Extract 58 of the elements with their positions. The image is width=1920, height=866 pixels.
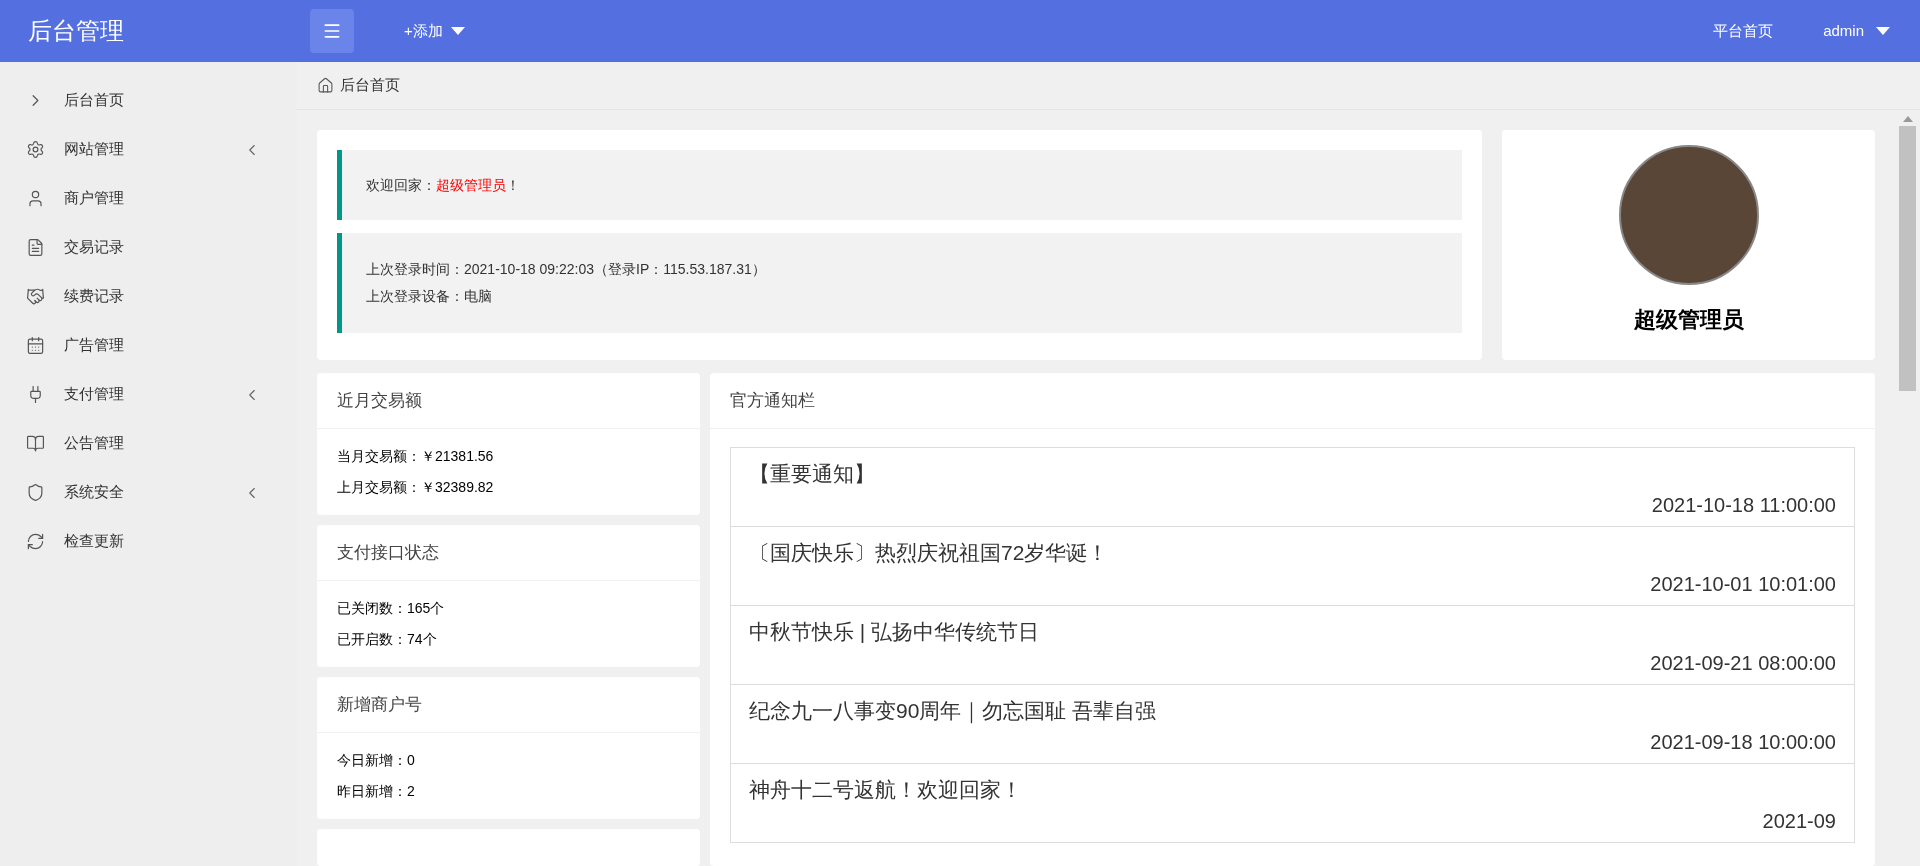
card-title: 新增商户号 (337, 693, 422, 716)
notice-date: 2021-09-21 08:00:00 (1650, 650, 1836, 676)
notice-date: 2021-10-18 11:00:00 (1651, 492, 1836, 518)
sidebar-item[interactable]: 公告管理 (0, 419, 297, 468)
notice-title: 中秋节快乐 | 弘扬中华传统节日 (749, 619, 1041, 645)
profile-name: 超级管理员 (1633, 306, 1744, 334)
sidebar-item[interactable]: 系统安全 (0, 468, 297, 517)
stat-line: 上月交易额：￥32389.82 (337, 478, 495, 497)
notice-date: 2021-10-01 10:01:00 (1650, 571, 1836, 597)
notice-item[interactable]: 纪念九一八事变90周年｜勿忘国耻 吾辈自强 2021-09-18 10:00:00 (731, 685, 1854, 764)
caret-icon (1876, 27, 1890, 35)
caret-icon (450, 27, 465, 35)
add-menu-button[interactable]: +添加 (404, 19, 465, 43)
document-icon (26, 238, 45, 257)
book-icon (26, 434, 45, 453)
sidebar-item[interactable]: 检查更新 (0, 517, 297, 566)
notice-item[interactable]: 【重要通知】 2021-10-18 11:00:00 (731, 448, 1854, 527)
stat-line: 当月交易额：￥21381.56 (337, 447, 495, 466)
menu-button[interactable] (310, 9, 354, 53)
sidebar-item[interactable]: 后台首页 (0, 76, 297, 125)
user-menu-button[interactable]: admin (1823, 19, 1890, 43)
welcome-text: 欢迎回家：超级管理员！ (366, 175, 520, 195)
notice-title: 神舟十二号返航！欢迎回家！ (749, 777, 1023, 803)
user-icon (26, 189, 45, 208)
calendar-icon (26, 336, 45, 355)
card-title: 支付接口状态 (337, 541, 439, 564)
notice-title: 【重要通知】 (749, 461, 876, 487)
stat-line: 已关闭数：165个 (337, 599, 446, 618)
notice-item[interactable]: 〔国庆快乐〕热烈庆祝祖国72岁华诞！ 2021-10-01 10:01:00 (731, 527, 1854, 606)
home-icon (317, 77, 334, 94)
notice-title: 纪念九一八事变90周年｜勿忘国耻 吾辈自强 (749, 698, 1158, 726)
notice-item[interactable]: 神舟十二号返航！欢迎回家！ 2021-09 (731, 764, 1854, 843)
stat-line: 昨日新增：2 (337, 782, 416, 801)
settings-icon (26, 140, 45, 159)
sidebar-item[interactable]: 商户管理 (0, 174, 297, 223)
last-login-text: 上次登录时间：2021-10-18 09:22:03（登录IP：115.53.187.31） (366, 260, 767, 279)
refresh-icon (26, 532, 45, 551)
breadcrumb-link[interactable]: 后台首页 (340, 74, 400, 97)
sidebar-item[interactable]: 交易记录 (0, 223, 297, 272)
card-title: 近月交易额 (337, 389, 422, 412)
card-title: 官方通知栏 (730, 389, 815, 412)
logo-text: 后台管理 (28, 17, 124, 44)
notice-date: 2021-09 (1762, 808, 1836, 834)
notice-item[interactable]: 中秋节快乐 | 弘扬中华传统节日 2021-09-21 08:00:00 (731, 606, 1854, 685)
scrollbar-thumb[interactable] (1899, 126, 1916, 391)
notice-title: 〔国庆快乐〕热烈庆祝祖国72岁华诞！ (749, 540, 1110, 566)
sidebar-item[interactable]: 网站管理 (0, 125, 297, 174)
sidebar-item[interactable]: 广告管理 (0, 321, 297, 370)
last-device-text: 上次登录设备：电脑 (366, 287, 493, 306)
handshake-icon (26, 287, 45, 306)
header-link[interactable]: 平台首页 (1713, 19, 1774, 43)
notice-date: 2021-09-18 10:00:00 (1650, 729, 1836, 755)
sidebar-item[interactable]: 支付管理 (0, 370, 297, 419)
sidebar-item[interactable]: 续费记录 (0, 272, 297, 321)
stat-line: 今日新增：0 (337, 751, 416, 770)
menu-icon (322, 21, 342, 41)
stat-line: 已开启数：74个 (337, 630, 438, 649)
shield-icon (26, 483, 45, 502)
